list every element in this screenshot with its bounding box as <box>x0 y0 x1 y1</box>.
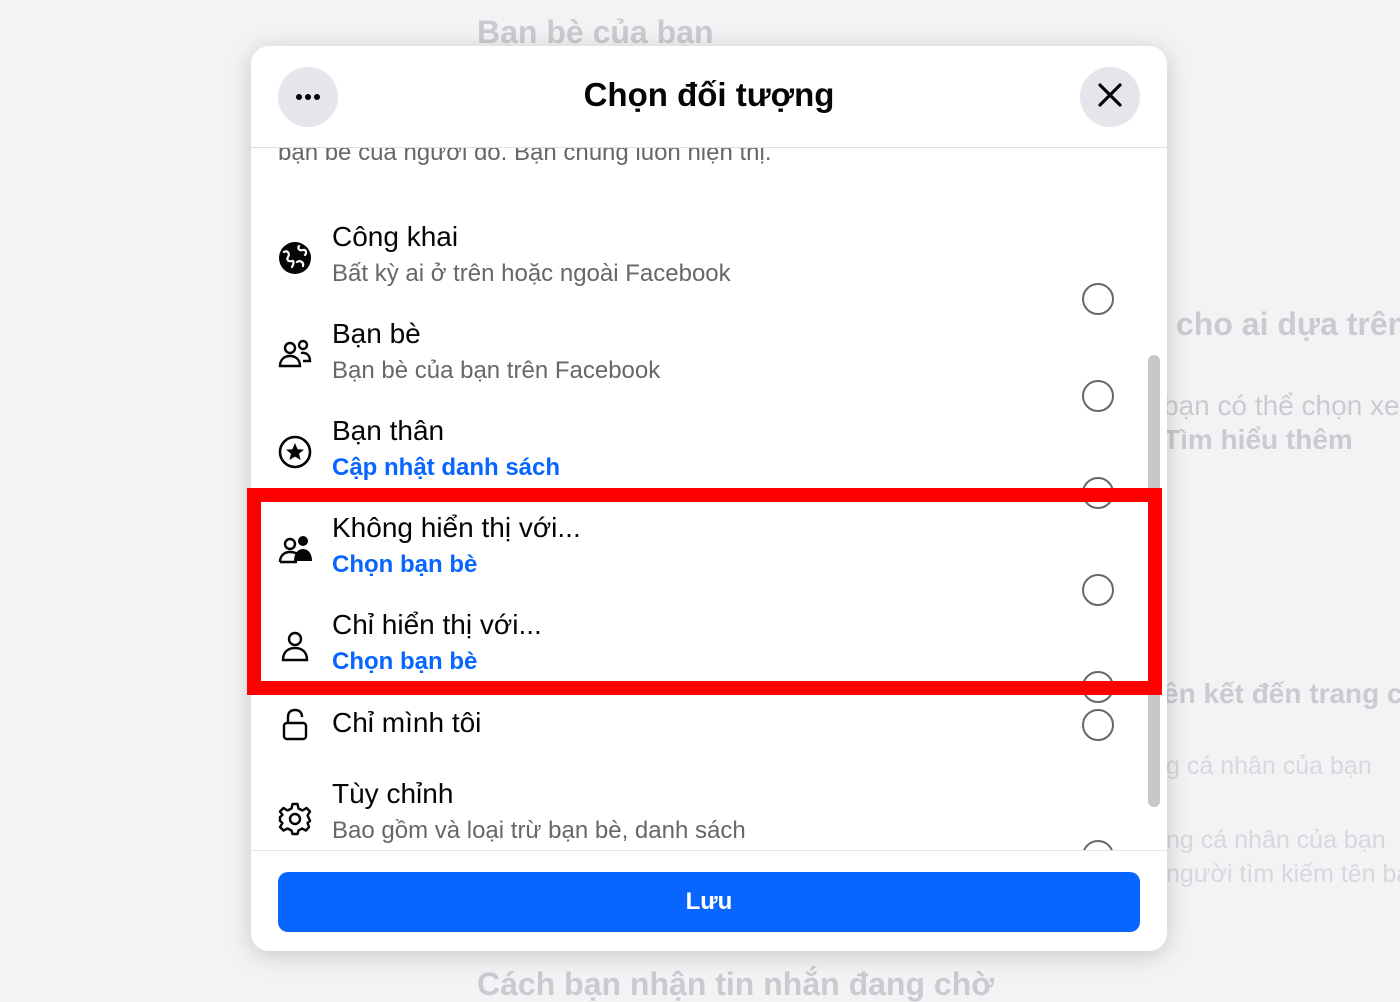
audience-dialog: Chọn đối tượng bạn bè của người đó. Bạn … <box>251 46 1167 951</box>
option-friends[interactable]: Bạn bè Bạn bè của bạn trên Facebook <box>251 305 1141 412</box>
option-subtitle: Bạn bè của bạn trên Facebook <box>332 357 661 384</box>
background-text-4: người tìm kiếm tên ba <box>1166 860 1400 888</box>
save-button[interactable]: Lưu <box>278 872 1140 932</box>
audience-options-list[interactable]: bạn bè của người đó. Bạn chúng luôn hiện… <box>251 148 1167 850</box>
option-only-me[interactable]: Chỉ mình tôi <box>251 693 1141 763</box>
option-specific-friends[interactable]: Chỉ hiển thị với... Chọn bạn bè <box>251 596 1141 703</box>
option-title: Chỉ hiển thị với... <box>332 609 542 640</box>
person-icon <box>275 626 315 666</box>
dialog-header: Chọn đối tượng <box>251 46 1167 148</box>
gear-icon <box>275 799 315 839</box>
option-close-friends[interactable]: Bạn thân Cập nhật danh sách <box>251 402 1141 509</box>
option-public[interactable]: Công khai Bất kỳ ai ở trên hoặc ngoài Fa… <box>251 208 1141 315</box>
option-title: Không hiển thị với... <box>332 512 581 543</box>
friends-except-icon <box>275 529 315 569</box>
background-text: bạn có thể chọn xe <box>1163 390 1400 421</box>
option-custom[interactable]: Tùy chỉnh Bao gồm và loại trừ bạn bè, da… <box>251 763 1141 850</box>
option-subtitle: Bao gồm và loại trừ bạn bè, danh sách <box>332 817 746 844</box>
friends-icon <box>275 333 315 373</box>
dialog-footer: Lưu <box>251 850 1167 951</box>
option-title: Bạn bè <box>332 318 421 349</box>
close-icon <box>1097 82 1123 113</box>
option-friends-except[interactable]: Không hiển thị với... Chọn bạn bè <box>251 499 1141 606</box>
scrollbar[interactable] <box>1148 355 1160 807</box>
radio-only-me[interactable] <box>1082 709 1114 741</box>
dialog-title: Chọn đối tượng <box>583 76 835 113</box>
star-circle-icon <box>275 432 315 472</box>
option-subtitle: Bất kỳ ai ở trên hoặc ngoài Facebook <box>332 260 731 287</box>
option-title: Tùy chỉnh <box>332 778 454 809</box>
audience-description: bạn bè của người đó. Bạn chúng luôn hiện… <box>278 148 772 166</box>
choose-friends-link[interactable]: Chọn bạn bè <box>332 551 477 579</box>
globe-icon <box>275 238 315 278</box>
choose-friends-link[interactable]: Chọn bạn bè <box>332 648 477 676</box>
option-title: Công khai <box>332 221 459 252</box>
update-list-link[interactable]: Cập nhật danh sách <box>332 454 560 482</box>
background-text-2: g cá nhân của bạn <box>1166 752 1372 780</box>
background-learn-more-link: Tìm hiểu thêm <box>1163 424 1353 455</box>
background-section-heading-2: ên kết đến trang cá <box>1163 678 1400 709</box>
background-section-heading: cho ai dựa trên <box>1176 306 1400 342</box>
background-text-3: ng cá nhân của bạn <box>1166 826 1386 854</box>
lock-icon <box>275 705 315 745</box>
radio-custom[interactable] <box>1082 840 1114 850</box>
background-heading-bottom: Cách bạn nhận tin nhắn đang chờ <box>477 966 994 1002</box>
option-title: Chỉ mình tôi <box>332 707 482 738</box>
option-title: Bạn thân <box>332 415 445 446</box>
close-button[interactable] <box>1080 67 1140 127</box>
